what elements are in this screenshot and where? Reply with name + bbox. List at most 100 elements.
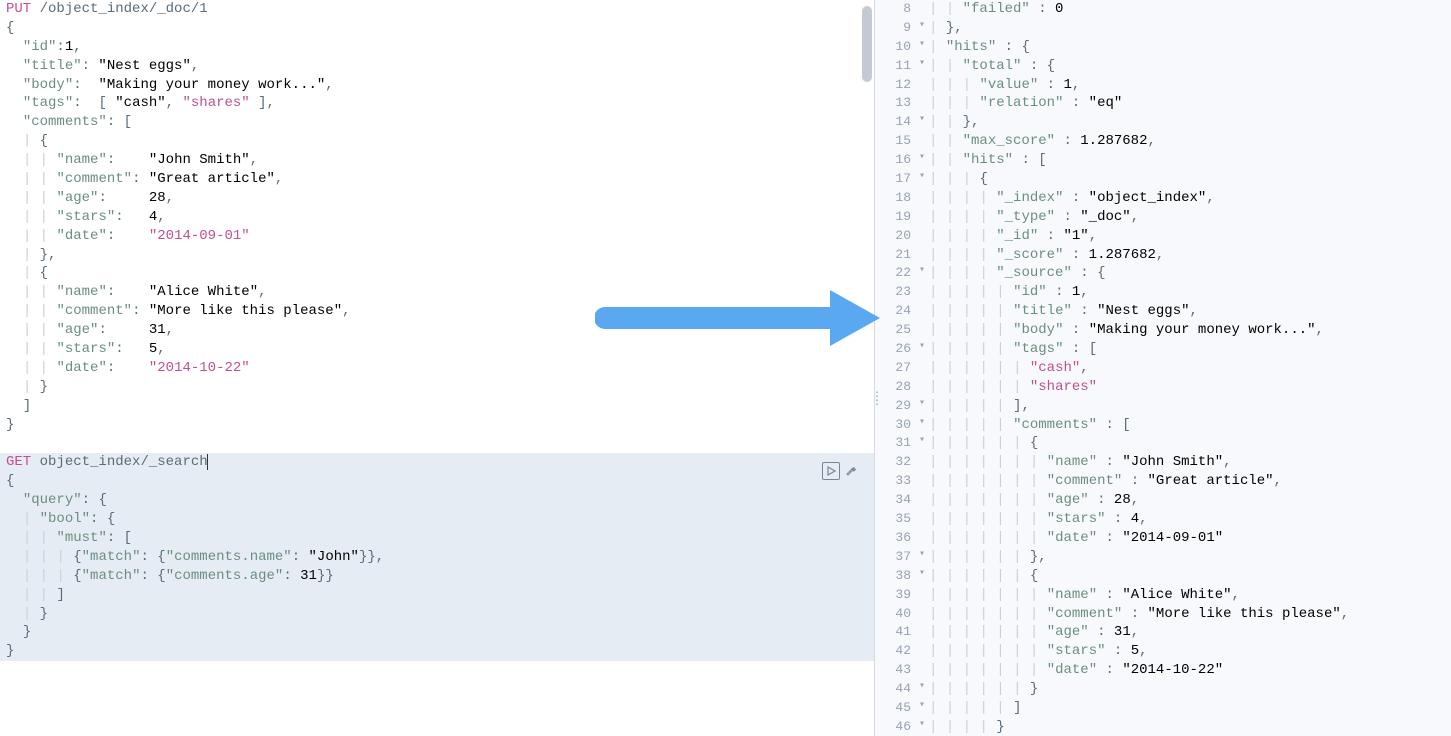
response-line[interactable]: 46▾| | | | } [875, 718, 1451, 736]
code-line[interactable]: "tags": [ "cash", "shares" ], [0, 94, 874, 113]
fold-toggle[interactable]: ▾ [917, 264, 927, 283]
code-line[interactable]: | | "must": [ [0, 529, 874, 548]
response-line[interactable]: 32| | | | | | | "name" : "John Smith", [875, 453, 1451, 472]
code-line[interactable]: | | "date": "2014-10-22" [0, 359, 874, 378]
response-line[interactable]: 35| | | | | | | "stars" : 4, [875, 510, 1451, 529]
code-line[interactable]: | | | {"match": {"comments.age": 31}} [0, 567, 874, 586]
fold-toggle[interactable]: ▾ [917, 434, 927, 453]
fold-toggle[interactable] [917, 491, 927, 510]
response-line[interactable]: 42| | | | | | | "stars" : 5, [875, 642, 1451, 661]
fold-toggle[interactable]: ▾ [917, 113, 927, 132]
response-line[interactable]: 43| | | | | | | "date" : "2014-10-22" [875, 661, 1451, 680]
fold-toggle[interactable] [917, 453, 927, 472]
response-line[interactable]: 13| | | "relation" : "eq" [875, 94, 1451, 113]
response-line[interactable]: 29▾| | | | | ], [875, 397, 1451, 416]
response-line[interactable]: 23| | | | | "id" : 1, [875, 283, 1451, 302]
fold-toggle[interactable]: ▾ [917, 548, 927, 567]
fold-toggle[interactable]: ▾ [917, 699, 927, 718]
code-line[interactable]: "query": { [0, 491, 874, 510]
response-line[interactable]: 21| | | | "_score" : 1.287682, [875, 246, 1451, 265]
code-line[interactable]: | | "age": 28, [0, 189, 874, 208]
response-line[interactable]: 11▾| | "total" : { [875, 57, 1451, 76]
response-line[interactable]: 19| | | | "_type" : "_doc", [875, 208, 1451, 227]
code-line[interactable]: | | "stars": 4, [0, 208, 874, 227]
code-line[interactable]: | } [0, 605, 874, 624]
code-line[interactable]: | | ] [0, 586, 874, 605]
response-line[interactable]: 44▾| | | | | | } [875, 680, 1451, 699]
scrollbar-thumb[interactable] [862, 6, 872, 82]
fold-toggle[interactable]: ▾ [917, 57, 927, 76]
fold-toggle[interactable] [917, 472, 927, 491]
code-line[interactable]: "body": "Making your money work...", [0, 76, 874, 95]
response-line[interactable]: 30▾| | | | | "comments" : [ [875, 416, 1451, 435]
code-line[interactable]: | | "stars": 5, [0, 340, 874, 359]
code-line[interactable]: | | "name": "Alice White", [0, 283, 874, 302]
response-line[interactable]: 36| | | | | | | "date" : "2014-09-01" [875, 529, 1451, 548]
fold-toggle[interactable] [917, 586, 927, 605]
code-line[interactable]: | { [0, 132, 874, 151]
response-line[interactable]: 28| | | | | | "shares" [875, 378, 1451, 397]
fold-toggle[interactable] [917, 302, 927, 321]
fold-toggle[interactable] [917, 208, 927, 227]
code-line[interactable]: "title": "Nest eggs", [0, 57, 874, 76]
fold-toggle[interactable] [917, 76, 927, 95]
fold-toggle[interactable] [917, 359, 927, 378]
code-line[interactable]: | "bool": { [0, 510, 874, 529]
response-viewer[interactable]: 8| | "failed" : 09▾| },10▾| "hits" : {11… [875, 0, 1451, 736]
code-line[interactable]: "comments": [ [0, 113, 874, 132]
response-line[interactable]: 14▾| | }, [875, 113, 1451, 132]
fold-toggle[interactable]: ▾ [917, 397, 927, 416]
response-line[interactable]: 39| | | | | | | "name" : "Alice White", [875, 586, 1451, 605]
fold-toggle[interactable]: ▾ [917, 680, 927, 699]
fold-toggle[interactable]: ▾ [917, 38, 927, 57]
active-request-line[interactable]: GET object_index/_search [0, 453, 874, 472]
fold-toggle[interactable] [917, 605, 927, 624]
wrench-icon[interactable] [842, 462, 860, 480]
fold-toggle[interactable]: ▾ [917, 567, 927, 586]
code-line[interactable]: | | "comment": "More like this please", [0, 302, 874, 321]
code-line[interactable]: "id":1, [0, 38, 874, 57]
response-line[interactable]: 34| | | | | | | "age" : 28, [875, 491, 1451, 510]
request-editor[interactable]: PUT /object_index/_doc/1 { "id":1, "titl… [0, 0, 875, 736]
response-line[interactable]: 41| | | | | | | "age" : 31, [875, 623, 1451, 642]
response-line[interactable]: 33| | | | | | | "comment" : "Great artic… [875, 472, 1451, 491]
response-line[interactable]: 15| | "max_score" : 1.287682, [875, 132, 1451, 151]
fold-toggle[interactable] [917, 0, 927, 19]
code-line[interactable]: | | "date": "2014-09-01" [0, 227, 874, 246]
response-line[interactable]: 20| | | | "_id" : "1", [875, 227, 1451, 246]
code-line[interactable]: } [0, 416, 874, 435]
fold-toggle[interactable] [917, 510, 927, 529]
code-line[interactable]: ] [0, 397, 874, 416]
fold-toggle[interactable]: ▾ [917, 19, 927, 38]
response-line[interactable]: 12| | | "value" : 1, [875, 76, 1451, 95]
code-line[interactable]: | | | {"match": {"comments.name": "John"… [0, 548, 874, 567]
fold-toggle[interactable]: ▾ [917, 151, 927, 170]
code-line[interactable]: { [0, 19, 874, 38]
response-line[interactable]: 25| | | | | "body" : "Making your money … [875, 321, 1451, 340]
response-line[interactable]: 40| | | | | | | "comment" : "More like t… [875, 605, 1451, 624]
fold-toggle[interactable] [917, 529, 927, 548]
fold-toggle[interactable] [917, 661, 927, 680]
response-line[interactable]: 24| | | | | "title" : "Nest eggs", [875, 302, 1451, 321]
response-line[interactable]: 17▾| | | { [875, 170, 1451, 189]
fold-toggle[interactable] [917, 94, 927, 113]
response-line[interactable]: 27| | | | | | "cash", [875, 359, 1451, 378]
play-icon[interactable] [822, 462, 840, 480]
response-line[interactable]: 22▾| | | | "_source" : { [875, 264, 1451, 283]
panel-resize-handle[interactable]: ⋮⋮ [871, 395, 883, 403]
fold-toggle[interactable] [917, 321, 927, 340]
response-line[interactable]: 31▾| | | | | | { [875, 434, 1451, 453]
code-line[interactable]: { [0, 472, 874, 491]
fold-toggle[interactable] [917, 227, 927, 246]
fold-toggle[interactable]: ▾ [917, 340, 927, 359]
code-line[interactable]: | | "age": 31, [0, 321, 874, 340]
code-line[interactable]: | | "comment": "Great article", [0, 170, 874, 189]
response-line[interactable]: 45▾| | | | | ] [875, 699, 1451, 718]
fold-toggle[interactable] [917, 642, 927, 661]
response-line[interactable]: 38▾| | | | | | { [875, 567, 1451, 586]
fold-toggle[interactable] [917, 623, 927, 642]
response-line[interactable]: 8| | "failed" : 0 [875, 0, 1451, 19]
fold-toggle[interactable] [917, 189, 927, 208]
code-line[interactable]: } [0, 642, 874, 661]
fold-toggle[interactable]: ▾ [917, 170, 927, 189]
